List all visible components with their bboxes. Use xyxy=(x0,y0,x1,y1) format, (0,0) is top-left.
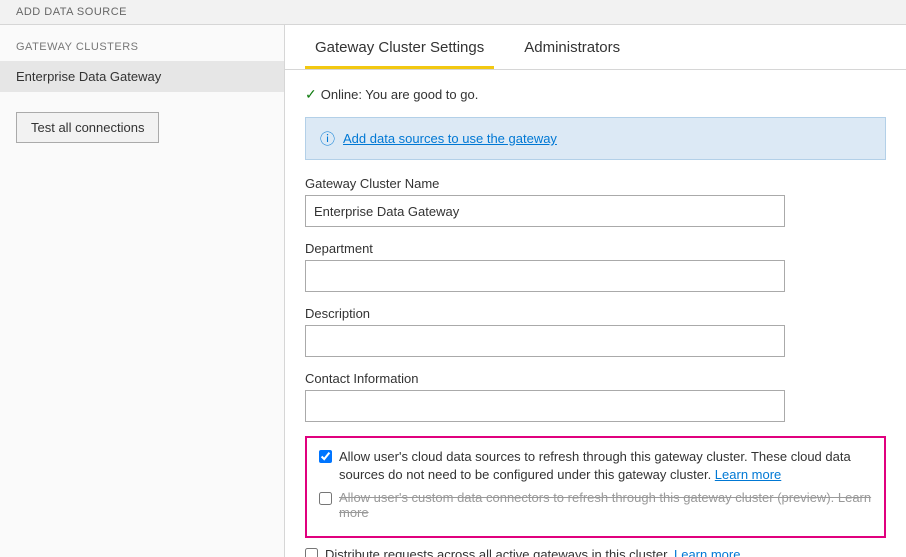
app-container: ADD DATA SOURCE GATEWAY CLUSTERS Enterpr… xyxy=(0,0,906,557)
cloud-datasources-text: Allow user's cloud data sources to refre… xyxy=(339,448,872,484)
top-bar-label: ADD DATA SOURCE xyxy=(16,6,127,18)
contact-info-label: Contact Information xyxy=(305,371,886,386)
add-data-sources-link[interactable]: Add data sources to use the gateway xyxy=(343,131,557,146)
sidebar: GATEWAY CLUSTERS Enterprise Data Gateway… xyxy=(0,25,285,557)
top-bar: ADD DATA SOURCE xyxy=(0,0,906,25)
tab-administrators[interactable]: Administrators xyxy=(514,25,630,69)
sidebar-item-enterprise-gateway[interactable]: Enterprise Data Gateway xyxy=(0,61,284,92)
form-group-department: Department xyxy=(305,241,886,292)
cloud-datasources-checkbox[interactable] xyxy=(319,450,332,463)
contact-info-input[interactable] xyxy=(305,390,785,422)
custom-connectors-checkbox[interactable] xyxy=(319,492,332,505)
sidebar-section-label: GATEWAY CLUSTERS xyxy=(0,41,284,61)
department-label: Department xyxy=(305,241,886,256)
tabs-bar: Gateway Cluster Settings Administrators xyxy=(285,25,906,70)
form-group-cluster-name: Gateway Cluster Name xyxy=(305,176,886,227)
test-all-connections-button[interactable]: Test all connections xyxy=(16,112,159,143)
cloud-datasources-learn-link[interactable]: Learn more xyxy=(715,467,781,482)
tab-cluster-settings[interactable]: Gateway Cluster Settings xyxy=(305,25,494,69)
content-body: ✓ Online: You are good to go. ⓘ Add data… xyxy=(285,70,906,557)
info-icon: ⓘ xyxy=(320,128,335,149)
description-input[interactable] xyxy=(305,325,785,357)
content-area: Gateway Cluster Settings Administrators … xyxy=(285,25,906,557)
distribute-text: Distribute requests across all active ga… xyxy=(325,546,740,557)
cluster-name-input[interactable] xyxy=(305,195,785,227)
description-label: Description xyxy=(305,306,886,321)
main-area: GATEWAY CLUSTERS Enterprise Data Gateway… xyxy=(0,25,906,557)
distribute-learn-link[interactable]: Learn more xyxy=(674,547,740,557)
distribute-checkbox-row: Distribute requests across all active ga… xyxy=(305,546,886,557)
status-text: Online: You are good to go. xyxy=(321,87,479,102)
distribute-checkbox[interactable] xyxy=(305,548,318,557)
info-banner: ⓘ Add data sources to use the gateway xyxy=(305,117,886,160)
cluster-name-label: Gateway Cluster Name xyxy=(305,176,886,191)
highlighted-checkbox-section: Allow user's cloud data sources to refre… xyxy=(305,436,886,538)
status-line: ✓ Online: You are good to go. xyxy=(305,86,886,103)
form-group-contact-info: Contact Information xyxy=(305,371,886,422)
status-check-icon: ✓ xyxy=(305,86,317,103)
custom-connectors-text: Allow user's custom data connectors to r… xyxy=(339,490,872,520)
custom-connectors-checkbox-row: Allow user's custom data connectors to r… xyxy=(319,490,872,520)
department-input[interactable] xyxy=(305,260,785,292)
cloud-datasources-checkbox-row: Allow user's cloud data sources to refre… xyxy=(319,448,872,484)
form-group-description: Description xyxy=(305,306,886,357)
